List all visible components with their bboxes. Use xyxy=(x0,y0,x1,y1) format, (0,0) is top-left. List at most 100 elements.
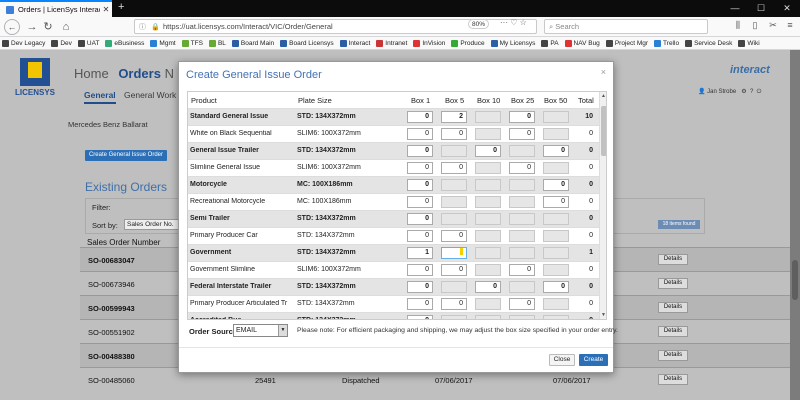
box5-input[interactable]: 0 xyxy=(441,230,467,242)
box1-input[interactable]: 0 xyxy=(407,264,433,276)
box1-input[interactable]: 0 xyxy=(407,298,433,310)
bookmark-item[interactable]: Board Licensys xyxy=(280,39,334,47)
bookmark-item[interactable]: Dev xyxy=(51,39,72,47)
bookmark-item[interactable]: InVision xyxy=(413,39,445,47)
box10-input[interactable]: 0 xyxy=(475,145,501,157)
bookmark-item[interactable]: NAV Bug xyxy=(564,39,600,47)
nav-home[interactable]: Home xyxy=(74,66,109,81)
box25-input[interactable]: 0 xyxy=(509,111,535,123)
box25-input[interactable]: 0 xyxy=(509,128,535,140)
close-button[interactable]: Close xyxy=(549,354,575,366)
details-button[interactable]: Details xyxy=(658,326,688,337)
box50-input[interactable]: 0 xyxy=(543,196,569,208)
details-button[interactable]: Details xyxy=(658,350,688,361)
details-button[interactable]: Details xyxy=(658,254,688,265)
forward-icon[interactable]: → xyxy=(24,19,40,35)
new-tab-icon[interactable]: + xyxy=(118,1,124,13)
details-button[interactable]: Details xyxy=(658,302,688,313)
user-icon[interactable]: 👤 xyxy=(698,89,705,95)
window-close-icon[interactable]: ✕ xyxy=(774,0,800,17)
back-icon[interactable]: ← xyxy=(4,19,20,35)
box5-input[interactable] xyxy=(441,247,467,259)
box1-input[interactable]: 0 xyxy=(407,162,433,174)
search-input[interactable]: ⌕ Search xyxy=(544,19,708,34)
sort-select[interactable]: Sales Order No. xyxy=(124,219,184,230)
grid-scroll-thumb[interactable] xyxy=(601,106,606,156)
reload-icon[interactable]: ↻ xyxy=(40,19,56,35)
box1-input[interactable]: 0 xyxy=(407,179,433,191)
bookmark-item[interactable]: My Licensys xyxy=(490,39,535,47)
tab-general[interactable]: General xyxy=(84,90,116,104)
bookmark-item[interactable]: PA xyxy=(541,39,559,47)
box10-input[interactable]: 0 xyxy=(475,281,501,293)
grid-scrollbar[interactable]: ▲ ▼ xyxy=(599,92,606,319)
close-tab-icon[interactable]: ✕ xyxy=(100,5,112,14)
info-icon[interactable]: ⓘ xyxy=(139,22,149,32)
bookmark-icon xyxy=(564,39,572,47)
box5-input[interactable]: 0 xyxy=(441,128,467,140)
modal-close-icon[interactable]: × xyxy=(601,67,606,77)
bookmark-item[interactable]: Interact xyxy=(339,39,370,47)
box1-input[interactable]: 0 xyxy=(407,128,433,140)
bookmark-item[interactable]: Service Desk xyxy=(685,39,732,47)
bookmark-item[interactable]: BL xyxy=(208,39,226,47)
logout-icon[interactable]: ⏻ xyxy=(757,89,762,95)
lock-icon[interactable]: 🔒 xyxy=(151,23,161,31)
bookmark-item[interactable]: Dev Legacy xyxy=(2,39,45,47)
library-icon[interactable]: ⫼ xyxy=(731,20,745,31)
box1-input[interactable]: 1 xyxy=(407,247,433,259)
bookmark-item[interactable]: Wiki xyxy=(738,39,760,47)
box5-input[interactable]: 0 xyxy=(441,298,467,310)
bookmark-item[interactable]: Trello xyxy=(654,39,679,47)
box25-input[interactable]: 0 xyxy=(509,298,535,310)
zoom-indicator[interactable]: 80% xyxy=(468,19,490,29)
bookmark-item[interactable]: eBusiness xyxy=(105,39,144,47)
box25-input[interactable]: 0 xyxy=(509,264,535,276)
box1-input[interactable]: 0 xyxy=(407,281,433,293)
order-source-select[interactable]: EMAIL ▼ xyxy=(233,324,288,337)
box50-input[interactable]: 0 xyxy=(543,145,569,157)
bookmark-item[interactable]: Board Main xyxy=(231,39,274,47)
bookmark-item[interactable]: UAT xyxy=(77,39,99,47)
details-button[interactable]: Details xyxy=(658,374,688,385)
box1-input[interactable]: 0 xyxy=(407,145,433,157)
create-button[interactable]: Create xyxy=(579,354,608,366)
user-name[interactable]: Jan Strobe xyxy=(707,89,736,95)
nav-orders[interactable]: Orders xyxy=(118,66,161,81)
box5-input[interactable]: 2 xyxy=(441,111,467,123)
browser-tab[interactable]: Orders | LicenSys Interact Victo ✕ xyxy=(0,0,112,17)
bookmark-item[interactable]: Mgmt xyxy=(150,39,176,47)
product-row: Slimline General Issue SLIM6: 100X372mm 0 0… xyxy=(188,159,600,176)
bookmark-item[interactable]: Project Mgr xyxy=(605,39,648,47)
box50-input[interactable]: 0 xyxy=(543,179,569,191)
page-scrollbar[interactable] xyxy=(790,50,800,400)
settings-icon[interactable]: ⚙ xyxy=(741,89,746,95)
menu-icon[interactable]: ≡ xyxy=(783,20,797,30)
scroll-up-icon[interactable]: ▲ xyxy=(601,93,606,99)
page-actions-icon[interactable]: ··· ♡ ☆ xyxy=(500,18,527,27)
box50-input[interactable]: 0 xyxy=(543,281,569,293)
home-icon[interactable]: ⌂ xyxy=(58,19,74,35)
create-order-button[interactable]: Create General Issue Order xyxy=(85,150,167,161)
box1-input[interactable]: 0 xyxy=(407,196,433,208)
nav-third[interactable]: N xyxy=(165,66,174,81)
bookmark-item[interactable]: Produce xyxy=(451,39,485,47)
tab-general-work[interactable]: General Work C xyxy=(124,90,185,100)
bookmark-item[interactable]: Intranet xyxy=(376,39,407,47)
maximize-icon[interactable]: ☐ xyxy=(748,0,774,17)
minimize-icon[interactable]: — xyxy=(722,0,748,17)
box1-input[interactable]: 0 xyxy=(407,230,433,242)
details-button[interactable]: Details xyxy=(658,278,688,289)
bookmark-item[interactable]: TFS xyxy=(181,39,203,47)
chevron-down-icon[interactable]: ▼ xyxy=(278,325,287,336)
box1-input[interactable]: 0 xyxy=(407,111,433,123)
box1-input[interactable]: 0 xyxy=(407,315,433,319)
box5-input[interactable]: 0 xyxy=(441,264,467,276)
help-icon[interactable]: ? xyxy=(750,89,753,95)
screenshot-icon[interactable]: ✂ xyxy=(766,20,780,31)
sidebar-icon[interactable]: ▯ xyxy=(748,20,762,31)
box1-input[interactable]: 0 xyxy=(407,213,433,225)
scroll-down-icon[interactable]: ▼ xyxy=(601,312,606,318)
box25-input[interactable]: 0 xyxy=(509,162,535,174)
box5-input[interactable]: 0 xyxy=(441,162,467,174)
